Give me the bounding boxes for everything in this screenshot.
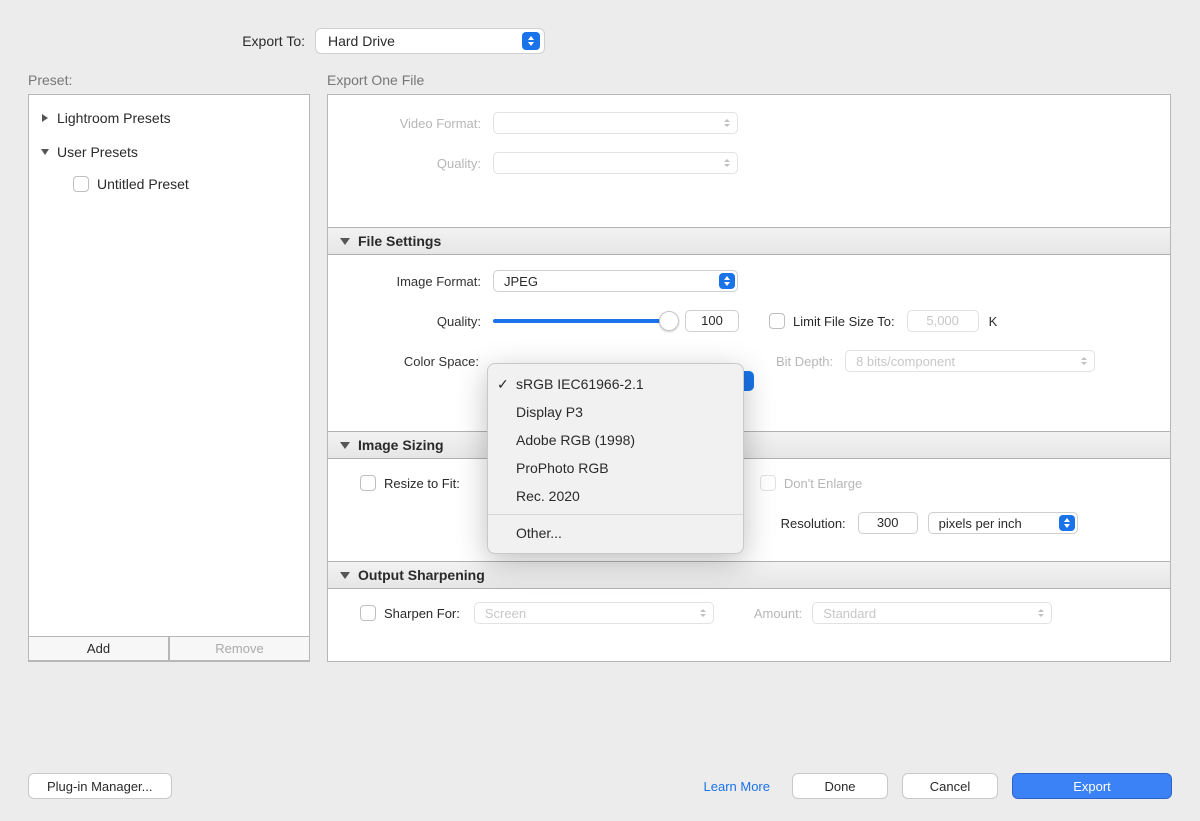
section-title: Image Sizing bbox=[358, 437, 444, 453]
limit-filesize-checkbox[interactable] bbox=[769, 313, 785, 329]
quality-label: Quality: bbox=[328, 314, 493, 329]
tree-user-presets[interactable]: User Presets bbox=[39, 139, 299, 165]
menu-item-adobe-rgb[interactable]: Adobe RGB (1998) bbox=[488, 426, 743, 454]
chevron-down-icon bbox=[39, 146, 51, 158]
stepper-icon bbox=[744, 371, 754, 391]
bit-depth-label: Bit Depth: bbox=[776, 354, 833, 369]
video-format-select bbox=[493, 112, 738, 134]
amount-label: Amount: bbox=[754, 606, 802, 621]
export-count-label: Export One File bbox=[327, 72, 424, 88]
cancel-button[interactable]: Cancel bbox=[902, 773, 998, 799]
menu-separator bbox=[488, 514, 743, 515]
chevron-right-icon bbox=[39, 112, 51, 124]
stepper-icon bbox=[720, 156, 734, 170]
video-quality-select bbox=[493, 152, 738, 174]
tree-label: Lightroom Presets bbox=[57, 110, 171, 126]
resolution-input[interactable]: 300 bbox=[858, 512, 918, 534]
triangle-down-icon bbox=[340, 572, 350, 579]
select-value: JPEG bbox=[504, 274, 538, 289]
resize-checkbox[interactable] bbox=[360, 475, 376, 491]
menu-item-rec2020[interactable]: Rec. 2020 bbox=[488, 482, 743, 510]
done-button[interactable]: Done bbox=[792, 773, 888, 799]
slider-thumb[interactable] bbox=[659, 311, 679, 331]
export-button[interactable]: Export bbox=[1012, 773, 1172, 799]
tree-untitled-preset[interactable]: Untitled Preset bbox=[39, 171, 299, 197]
video-quality-label: Quality: bbox=[328, 156, 493, 171]
sharpen-for-select: Screen bbox=[474, 602, 714, 624]
section-output-sharpening[interactable]: Output Sharpening bbox=[328, 561, 1170, 589]
preset-panel: Lightroom Presets User Presets Untitled … bbox=[28, 94, 310, 662]
resolution-unit-select[interactable]: pixels per inch bbox=[928, 512, 1078, 534]
image-format-select[interactable]: JPEG bbox=[493, 270, 738, 292]
stepper-icon bbox=[1034, 606, 1048, 620]
stepper-icon bbox=[522, 32, 540, 50]
export-to-value: Hard Drive bbox=[328, 33, 395, 49]
resize-label: Resize to Fit: bbox=[384, 476, 460, 491]
select-value: pixels per inch bbox=[939, 516, 1022, 531]
plugin-manager-button[interactable]: Plug-in Manager... bbox=[28, 773, 172, 799]
quality-slider[interactable] bbox=[493, 311, 673, 331]
learn-more-link[interactable]: Learn More bbox=[704, 779, 770, 794]
color-space-dropdown[interactable]: sRGB IEC61966-2.1 Display P3 Adobe RGB (… bbox=[487, 363, 744, 554]
quality-value-input[interactable]: 100 bbox=[685, 310, 739, 332]
menu-item-prophoto[interactable]: ProPhoto RGB bbox=[488, 454, 743, 482]
section-file-settings[interactable]: File Settings bbox=[328, 227, 1170, 255]
limit-filesize-input: 5,000 bbox=[907, 310, 979, 332]
amount-select: Standard bbox=[812, 602, 1052, 624]
limit-unit-label: K bbox=[989, 314, 998, 329]
tree-label: User Presets bbox=[57, 144, 138, 160]
resolution-label: Resolution: bbox=[781, 516, 846, 531]
preset-checkbox[interactable] bbox=[73, 176, 89, 192]
bit-depth-select: 8 bits/component bbox=[845, 350, 1095, 372]
image-format-label: Image Format: bbox=[328, 274, 493, 289]
select-value: Screen bbox=[485, 606, 526, 621]
section-image-sizing[interactable]: Image Sizing bbox=[328, 431, 1170, 459]
section-title: Output Sharpening bbox=[358, 567, 485, 583]
tree-lightroom-presets[interactable]: Lightroom Presets bbox=[39, 105, 299, 131]
triangle-down-icon bbox=[340, 238, 350, 245]
stepper-icon bbox=[719, 273, 735, 289]
menu-item-srgb[interactable]: sRGB IEC61966-2.1 bbox=[488, 370, 743, 398]
video-format-label: Video Format: bbox=[328, 116, 493, 131]
preset-heading: Preset: bbox=[28, 72, 72, 88]
export-to-select[interactable]: Hard Drive bbox=[315, 28, 545, 54]
menu-item-other[interactable]: Other... bbox=[488, 519, 743, 547]
export-to-label: Export To: bbox=[0, 33, 315, 49]
stepper-icon bbox=[1059, 515, 1075, 531]
add-preset-button[interactable]: Add bbox=[29, 637, 169, 661]
menu-item-display-p3[interactable]: Display P3 bbox=[488, 398, 743, 426]
section-title: File Settings bbox=[358, 233, 441, 249]
sharpen-checkbox[interactable] bbox=[360, 605, 376, 621]
sharpen-label: Sharpen For: bbox=[384, 606, 460, 621]
limit-filesize-label: Limit File Size To: bbox=[793, 314, 895, 329]
select-value: 8 bits/component bbox=[856, 354, 955, 369]
stepper-icon bbox=[1077, 354, 1091, 368]
dont-enlarge-label: Don't Enlarge bbox=[784, 476, 862, 491]
tree-label: Untitled Preset bbox=[97, 176, 189, 192]
dont-enlarge-checkbox bbox=[760, 475, 776, 491]
stepper-icon bbox=[720, 116, 734, 130]
stepper-icon bbox=[696, 606, 710, 620]
triangle-down-icon bbox=[340, 442, 350, 449]
color-space-label: Color Space: bbox=[328, 354, 491, 369]
remove-preset-button: Remove bbox=[169, 637, 309, 661]
select-value: Standard bbox=[823, 606, 876, 621]
